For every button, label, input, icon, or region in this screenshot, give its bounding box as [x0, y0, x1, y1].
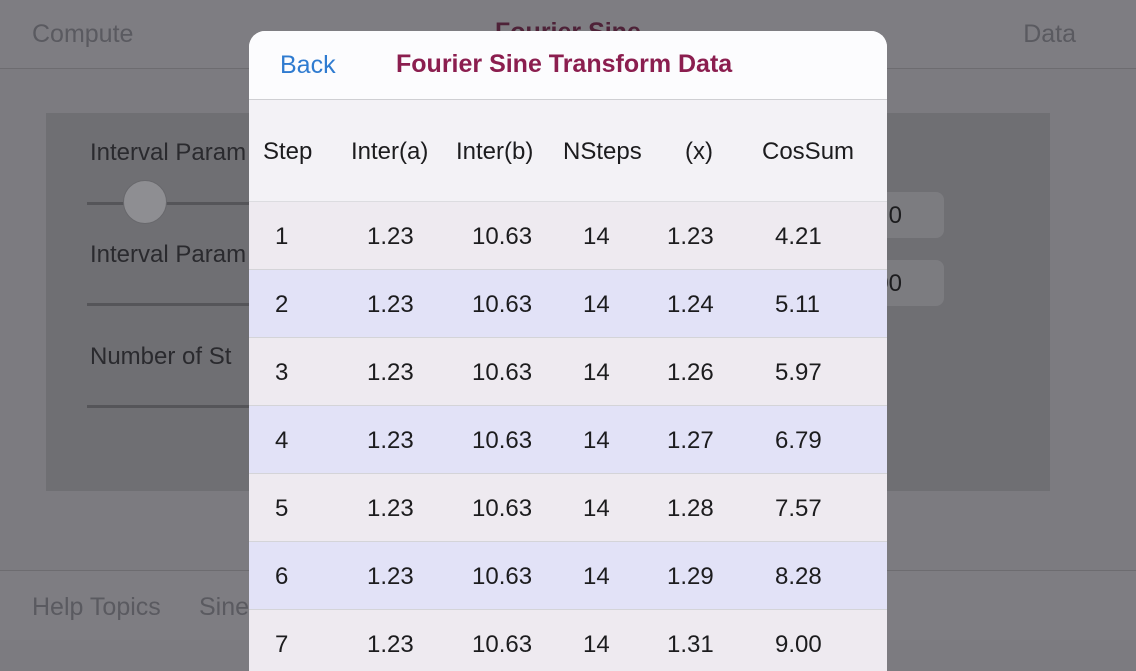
cell-inter-b: 10.63: [472, 427, 533, 454]
interval-param-a-label: Interval Param: [90, 139, 247, 166]
cell-inter-b: 10.63: [472, 291, 533, 318]
sheet-title: Fourier Sine Transform Data: [396, 50, 733, 78]
cell-inter-a: 1.23: [367, 427, 414, 454]
column-header-x: (x): [685, 138, 713, 165]
cell-cossum: 5.97: [775, 359, 822, 386]
cell-cossum: 6.79: [775, 427, 822, 454]
cell-cossum: 4.21: [775, 223, 822, 250]
table-body: 1 1.23 10.63 14 1.23 4.21 2 1.23 10.63 1…: [249, 202, 887, 671]
table-row[interactable]: 2 1.23 10.63 14 1.24 5.11: [249, 270, 887, 338]
sheet-nav-bar: Back Fourier Sine Transform Data: [249, 31, 887, 100]
interval-param-b-label: Interval Param: [90, 241, 247, 268]
table-row[interactable]: 5 1.23 10.63 14 1.28 7.57: [249, 474, 887, 542]
cell-nsteps: 14: [583, 223, 610, 250]
cell-inter-b: 10.63: [472, 359, 533, 386]
cell-step: 3: [275, 359, 289, 386]
column-header-cossum: CosSum: [762, 138, 855, 165]
cell-x: 1.29: [667, 563, 714, 590]
cell-inter-b: 10.63: [472, 563, 533, 590]
column-header-inter-a: Inter(a): [351, 138, 429, 165]
cell-x: 1.23: [667, 223, 714, 250]
cell-inter-a: 1.23: [367, 291, 414, 318]
column-header-step: Step: [263, 138, 313, 165]
cell-inter-b: 10.63: [472, 495, 533, 522]
number-of-steps-label: Number of St: [90, 343, 232, 370]
cell-x: 1.24: [667, 291, 714, 318]
cell-cossum: 7.57: [775, 495, 822, 522]
cell-cossum: 9.00: [775, 631, 822, 658]
cell-inter-b: 10.63: [472, 631, 533, 658]
data-button[interactable]: Data: [1023, 20, 1076, 49]
cell-cossum: 8.28: [775, 563, 822, 590]
column-header-nsteps: NSteps: [563, 138, 642, 165]
tab-help-topics[interactable]: Help Topics: [32, 593, 161, 622]
cell-nsteps: 14: [583, 291, 610, 318]
cell-step: 2: [275, 291, 289, 318]
interval-a-slider-track[interactable]: [87, 202, 257, 205]
cell-step: 6: [275, 563, 289, 590]
cell-inter-a: 1.23: [367, 495, 414, 522]
table-row[interactable]: 6 1.23 10.63 14 1.29 8.28: [249, 542, 887, 610]
steps-slider-track[interactable]: [87, 405, 257, 408]
compute-button[interactable]: Compute: [32, 20, 133, 49]
interval-b-slider-track[interactable]: [87, 303, 257, 306]
table-row[interactable]: 1 1.23 10.63 14 1.23 4.21: [249, 202, 887, 270]
cell-nsteps: 14: [583, 359, 610, 386]
interval-a-slider-thumb[interactable]: [123, 180, 167, 224]
table-row[interactable]: 3 1.23 10.63 14 1.26 5.97: [249, 338, 887, 406]
table-header: Step Inter(a) Inter(b) NSteps (x) CosSum: [249, 100, 887, 202]
cell-inter-a: 1.23: [367, 631, 414, 658]
cell-nsteps: 14: [583, 427, 610, 454]
cell-nsteps: 14: [583, 495, 610, 522]
cell-x: 1.28: [667, 495, 714, 522]
cell-inter-a: 1.23: [367, 563, 414, 590]
cell-inter-b: 10.63: [472, 223, 533, 250]
table-row[interactable]: 4 1.23 10.63 14 1.27 6.79: [249, 406, 887, 474]
data-sheet: Back Fourier Sine Transform Data Step In…: [249, 31, 887, 671]
cell-inter-a: 1.23: [367, 223, 414, 250]
tab-sine[interactable]: Sine: [199, 593, 249, 622]
table-row[interactable]: 7 1.23 10.63 14 1.31 9.00: [249, 610, 887, 671]
cell-x: 1.27: [667, 427, 714, 454]
cell-cossum: 5.11: [775, 291, 820, 318]
cell-step: 5: [275, 495, 289, 522]
column-header-inter-b: Inter(b): [456, 138, 534, 165]
back-button[interactable]: Back: [280, 51, 336, 80]
cell-x: 1.26: [667, 359, 714, 386]
cell-inter-a: 1.23: [367, 359, 414, 386]
cell-nsteps: 14: [583, 631, 610, 658]
cell-step: 4: [275, 427, 289, 454]
cell-nsteps: 14: [583, 563, 610, 590]
cell-step: 7: [275, 631, 289, 658]
cell-x: 1.31: [667, 631, 714, 658]
cell-step: 1: [275, 223, 289, 250]
